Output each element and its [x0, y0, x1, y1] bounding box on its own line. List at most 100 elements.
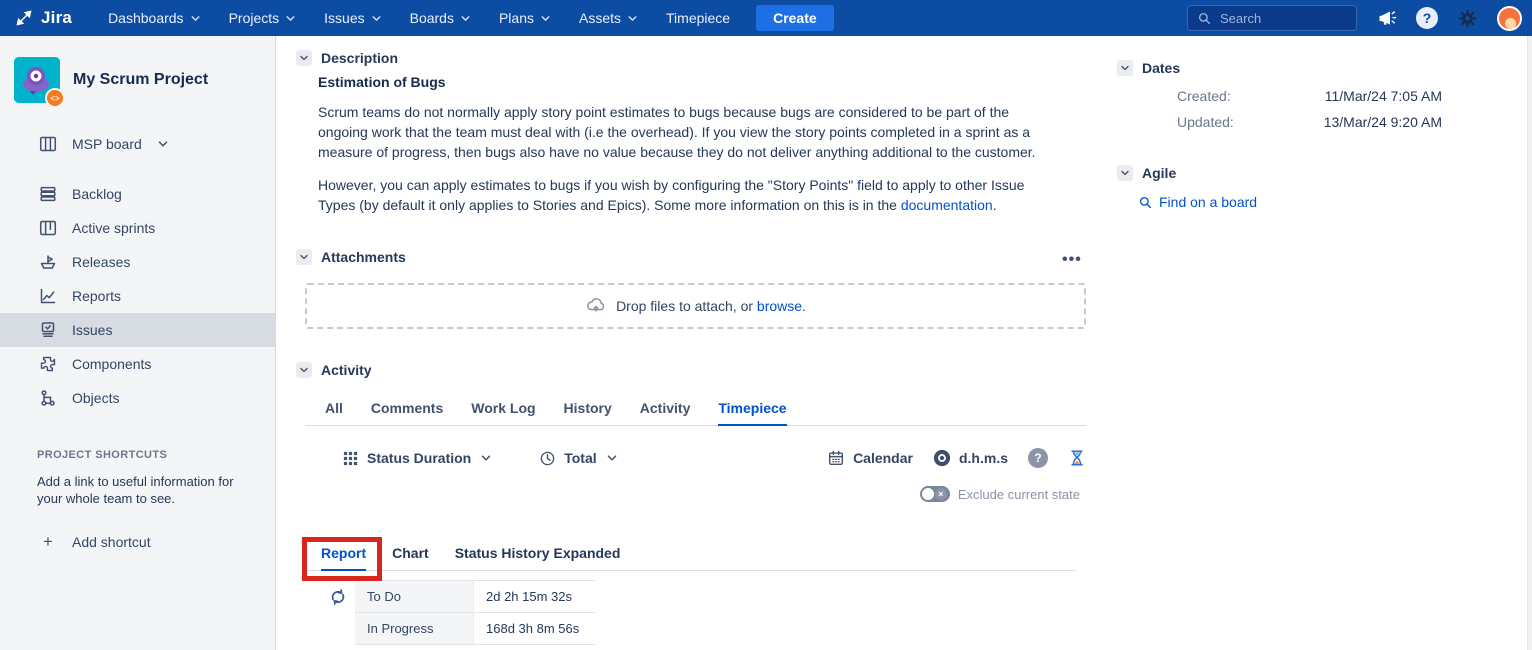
tab-history[interactable]: History	[564, 400, 612, 425]
agile-section-header[interactable]: Agile	[1117, 165, 1176, 181]
toggle-x-icon: ×	[935, 488, 947, 500]
exclude-current-state-label: Exclude current state	[958, 487, 1080, 502]
timepiece-help-icon[interactable]: ?	[1028, 448, 1048, 468]
refresh-icon[interactable]	[328, 587, 348, 612]
duration-cell: 168d 3h 8m 56s	[473, 613, 595, 644]
activity-section-header[interactable]: Activity	[296, 362, 372, 378]
tab-all[interactable]: All	[325, 400, 343, 425]
add-shortcut-button[interactable]: + Add shortcut	[0, 525, 275, 559]
browse-link[interactable]: browse	[757, 298, 802, 314]
project-header: <> My Scrum Project	[0, 36, 275, 113]
board-selector[interactable]: MSP board	[0, 127, 275, 161]
description-paragraph-1: Scrum teams do not normally apply story …	[318, 102, 1060, 162]
project-avatar: <>	[14, 57, 60, 103]
plus-icon: +	[38, 532, 58, 552]
project-shortcuts-heading: PROJECT SHORTCUTS	[37, 449, 275, 461]
issue-main-content: Description Estimation of Bugs Scrum tea…	[276, 36, 1532, 650]
sidebar-item-reports[interactable]: Reports	[0, 279, 275, 313]
tab-chart[interactable]: Chart	[392, 545, 429, 570]
software-badge-icon: <>	[45, 88, 65, 108]
main-navigation: Dashboards Projects Issues Boards Plans …	[108, 10, 730, 26]
chevron-down-icon	[370, 12, 383, 25]
timepiece-toolbar-right: Calendar d.h.m.s ?	[827, 448, 1086, 468]
project-shortcuts-text: Add a link to useful information for you…	[37, 473, 238, 507]
chevron-down-icon	[605, 451, 619, 465]
tab-timepiece[interactable]: Timepiece	[718, 400, 786, 425]
status-cell: In Progress	[355, 613, 473, 644]
toggle-knob	[922, 488, 934, 500]
tab-report[interactable]: Report	[321, 545, 366, 570]
view-selector-dropdown[interactable]: Status Duration	[342, 450, 493, 467]
nav-dashboards[interactable]: Dashboards	[108, 10, 202, 26]
dropzone-text: Drop files to attach, or browse.	[616, 298, 806, 314]
hourglass-icon[interactable]	[1068, 449, 1086, 467]
backlog-icon	[38, 184, 58, 204]
scrollbar[interactable]	[1527, 36, 1532, 650]
updated-date-row: Updated: 13/Mar/24 9:20 AM	[1177, 114, 1442, 130]
description-paragraph-2: However, you can apply estimates to bugs…	[318, 175, 1060, 215]
jira-logo[interactable]: Jira	[14, 8, 72, 28]
search-input[interactable]	[1220, 11, 1340, 26]
ship-icon	[38, 252, 58, 272]
hierarchy-icon	[38, 388, 58, 408]
exclude-current-state-row: × Exclude current state	[305, 486, 1080, 502]
sidebar-item-backlog[interactable]: Backlog	[0, 177, 275, 211]
collapse-chevron-icon[interactable]	[296, 362, 312, 378]
collapse-chevron-icon[interactable]	[296, 249, 312, 265]
sidebar-item-releases[interactable]: Releases	[0, 245, 275, 279]
chevron-down-icon	[479, 451, 493, 465]
attachments-section-header[interactable]: Attachments	[296, 249, 406, 265]
nav-projects[interactable]: Projects	[229, 10, 298, 26]
chevron-down-icon	[459, 12, 472, 25]
dates-section-header[interactable]: Dates	[1117, 60, 1180, 76]
nav-timepiece[interactable]: Timepiece	[666, 10, 730, 26]
create-button[interactable]: Create	[756, 5, 834, 31]
chevron-down-icon	[156, 137, 170, 151]
tab-status-history-expanded[interactable]: Status History Expanded	[455, 545, 621, 570]
nav-plans[interactable]: Plans	[499, 10, 552, 26]
sidebar-item-issues[interactable]: Issues	[0, 313, 275, 347]
megaphone-icon[interactable]	[1376, 8, 1397, 29]
calendar-button[interactable]: Calendar	[827, 449, 913, 467]
top-navbar: Jira Dashboards Projects Issues Boards P…	[0, 0, 1532, 36]
sidebar-item-active-sprints[interactable]: Active sprints	[0, 211, 275, 245]
tab-activity[interactable]: Activity	[640, 400, 691, 425]
sprints-icon	[38, 218, 58, 238]
nav-issues[interactable]: Issues	[324, 10, 382, 26]
user-avatar[interactable]	[1497, 6, 1522, 31]
search-icon	[1138, 195, 1153, 210]
sidebar-item-components[interactable]: Components	[0, 347, 275, 381]
puzzle-icon	[38, 354, 58, 374]
metric-selector-dropdown[interactable]: Total	[539, 450, 618, 467]
collapse-chevron-icon[interactable]	[1117, 60, 1133, 76]
global-search[interactable]	[1187, 5, 1357, 31]
description-section-header[interactable]: Description	[296, 50, 398, 66]
documentation-link[interactable]: documentation	[901, 197, 993, 213]
activity-tabs: All Comments Work Log History Activity T…	[305, 400, 1086, 426]
attachment-dropzone[interactable]: Drop files to attach, or browse.	[305, 283, 1086, 329]
find-on-board-link[interactable]: Find on a board	[1138, 194, 1257, 210]
chevron-down-icon	[284, 12, 297, 25]
nav-assets[interactable]: Assets	[579, 10, 639, 26]
status-duration-table: To Do 2d 2h 15m 32s In Progress 168d 3h …	[355, 580, 595, 645]
help-icon[interactable]: ?	[1416, 7, 1438, 29]
chevron-down-icon	[189, 12, 202, 25]
attachments-more-icon[interactable]: •••	[1062, 251, 1082, 269]
collapse-chevron-icon[interactable]	[1117, 165, 1133, 181]
description-heading: Estimation of Bugs	[318, 74, 446, 90]
nav-boards[interactable]: Boards	[410, 10, 472, 26]
timepiece-toolbar: Status Duration Total Calendar d.h.m.s ?	[305, 448, 1086, 468]
exclude-current-state-toggle[interactable]: ×	[920, 486, 950, 502]
navbar-right: ?	[1187, 5, 1522, 31]
duration-format-button[interactable]: d.h.m.s	[933, 449, 1008, 467]
issues-icon	[38, 320, 58, 340]
board-icon	[38, 134, 58, 154]
sidebar-item-objects[interactable]: Objects	[0, 381, 275, 415]
jira-logo-text: Jira	[41, 8, 72, 28]
tab-comments[interactable]: Comments	[371, 400, 443, 425]
tab-work-log[interactable]: Work Log	[471, 400, 535, 425]
gear-icon[interactable]	[1457, 8, 1478, 29]
grid-icon	[342, 450, 359, 467]
project-sidebar: <> My Scrum Project MSP board Backlog Ac…	[0, 36, 276, 650]
collapse-chevron-icon[interactable]	[296, 50, 312, 66]
